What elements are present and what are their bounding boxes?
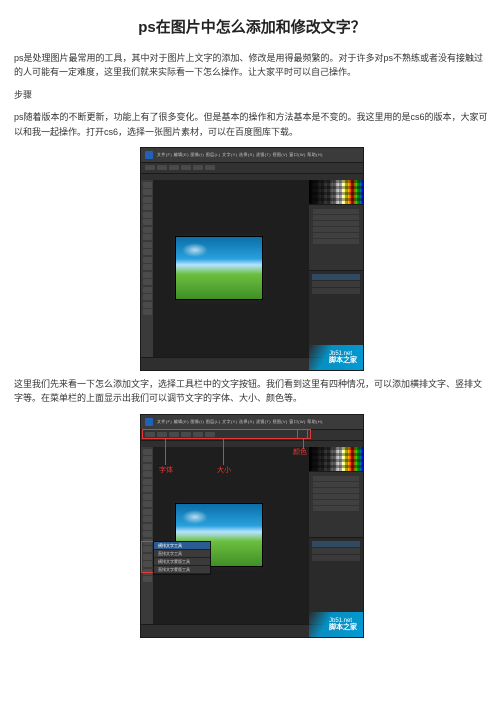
ps-canvas-area <box>153 447 309 625</box>
opt-knob <box>157 432 167 437</box>
opt-knob <box>193 432 203 437</box>
tool-item <box>143 197 152 203</box>
ps-screenshot-1: 文件(F) 编辑(E) 图像(I) 图层(L) 文字(Y) 选择(S) 滤镜(T… <box>140 147 364 371</box>
ps-options-bar <box>141 429 363 441</box>
text-tool-option: 横排文字工具 <box>154 542 210 550</box>
tool-item <box>143 524 152 530</box>
tool-item <box>143 494 152 500</box>
page-title: ps在图片中怎么添加和修改文字？ <box>14 16 490 37</box>
tool-item <box>143 287 152 293</box>
tool-item <box>143 294 152 300</box>
tool-item <box>143 479 152 485</box>
tool-item <box>143 257 152 263</box>
tool-item <box>143 509 152 515</box>
tool-item <box>143 576 152 582</box>
opt-knob <box>145 432 155 437</box>
ps-panels <box>309 180 363 358</box>
watermark-text: 脚本之家 <box>329 357 357 364</box>
ps-panels <box>309 447 363 625</box>
panel-swatches <box>309 180 363 205</box>
paragraph-step2: 这里我们先来看一下怎么添加文字，选择工具栏中的文字按钮。我们看到这里有四种情况，… <box>14 377 490 406</box>
tool-item <box>143 227 152 233</box>
ps-app-icon <box>145 151 153 159</box>
tool-item <box>143 554 152 560</box>
tool-item <box>143 516 152 522</box>
tool-item <box>143 456 152 462</box>
tool-item <box>143 546 152 552</box>
tool-item <box>143 249 152 255</box>
text-tool-flyout: 横排文字工具 直排文字工具 横排文字蒙版工具 直排文字蒙版工具 <box>153 541 211 575</box>
opt-knob <box>205 165 215 170</box>
tool-item <box>143 464 152 470</box>
ps-canvas-area <box>153 180 309 358</box>
layer-row <box>312 274 360 280</box>
ps-titlebar: 文件(F) 编辑(E) 图像(I) 图层(L) 文字(Y) 选择(S) 滤镜(T… <box>141 415 363 429</box>
tool-item <box>143 302 152 308</box>
watermark-text: 脚本之家 <box>329 624 357 631</box>
ps-titlebar: 文件(F) 编辑(E) 图像(I) 图层(L) 文字(Y) 选择(S) 滤镜(T… <box>141 148 363 162</box>
ps-app-icon <box>145 418 153 426</box>
tool-item <box>143 182 152 188</box>
ps-toolbar <box>141 447 153 625</box>
tool-item <box>143 309 152 315</box>
tool-item <box>143 264 152 270</box>
layer-row <box>312 541 360 547</box>
ps-toolbar <box>141 180 153 358</box>
tool-item <box>143 219 152 225</box>
opt-knob <box>169 432 179 437</box>
text-tool-option: 直排文字工具 <box>154 550 210 558</box>
ps-menubar: 文件(F) 编辑(E) 图像(I) 图层(L) 文字(Y) 选择(S) 滤镜(T… <box>157 419 323 425</box>
tool-item <box>143 561 152 567</box>
tool-item <box>143 242 152 248</box>
layer-row <box>312 555 360 561</box>
watermark: Jb51.net 脚本之家 <box>309 345 363 370</box>
layer-row <box>312 288 360 294</box>
tool-item <box>143 279 152 285</box>
opt-knob <box>181 165 191 170</box>
article-page: ps在图片中怎么添加和修改文字？ ps是处理图片最常用的工具，其中对于图片上文字… <box>0 0 504 664</box>
tool-item <box>143 501 152 507</box>
layer-row <box>312 548 360 554</box>
tool-item <box>143 204 152 210</box>
tool-item <box>143 234 152 240</box>
tool-item <box>143 539 152 545</box>
layer-row <box>312 281 360 287</box>
ps-menubar: 文件(F) 编辑(E) 图像(I) 图层(L) 文字(Y) 选择(S) 滤镜(T… <box>157 152 323 158</box>
text-tool-option: 直排文字蒙版工具 <box>154 566 210 574</box>
tool-item <box>143 486 152 492</box>
tool-item <box>143 471 152 477</box>
panel-swatches <box>309 447 363 472</box>
tool-item <box>143 212 152 218</box>
paragraph-step1: ps随着版本的不断更新，功能上有了很多变化。但是基本的操作和方法基本是不变的。我… <box>14 110 490 139</box>
ps-screenshot-2: 文件(F) 编辑(E) 图像(I) 图层(L) 文字(Y) 选择(S) 滤镜(T… <box>140 414 364 638</box>
tool-item <box>143 449 152 455</box>
opt-knob <box>157 165 167 170</box>
tool-item <box>143 569 152 575</box>
steps-heading: 步骤 <box>14 88 490 102</box>
opt-knob <box>145 165 155 170</box>
text-tool-option: 横排文字蒙版工具 <box>154 558 210 566</box>
opt-knob <box>169 165 179 170</box>
ps-image-canvas <box>175 236 263 300</box>
ps-options-bar <box>141 162 363 174</box>
panel-adjust <box>309 205 363 271</box>
watermark: Jb51.net 脚本之家 <box>309 612 363 637</box>
tool-item <box>143 189 152 195</box>
opt-knob <box>193 165 203 170</box>
tool-item <box>143 531 152 537</box>
panel-adjust <box>309 472 363 538</box>
paragraph-intro: ps是处理图片最常用的工具，其中对于图片上文字的添加、修改是用得最频繁的。对于许… <box>14 51 490 80</box>
opt-knob <box>181 432 191 437</box>
opt-knob <box>205 432 215 437</box>
tool-item <box>143 272 152 278</box>
